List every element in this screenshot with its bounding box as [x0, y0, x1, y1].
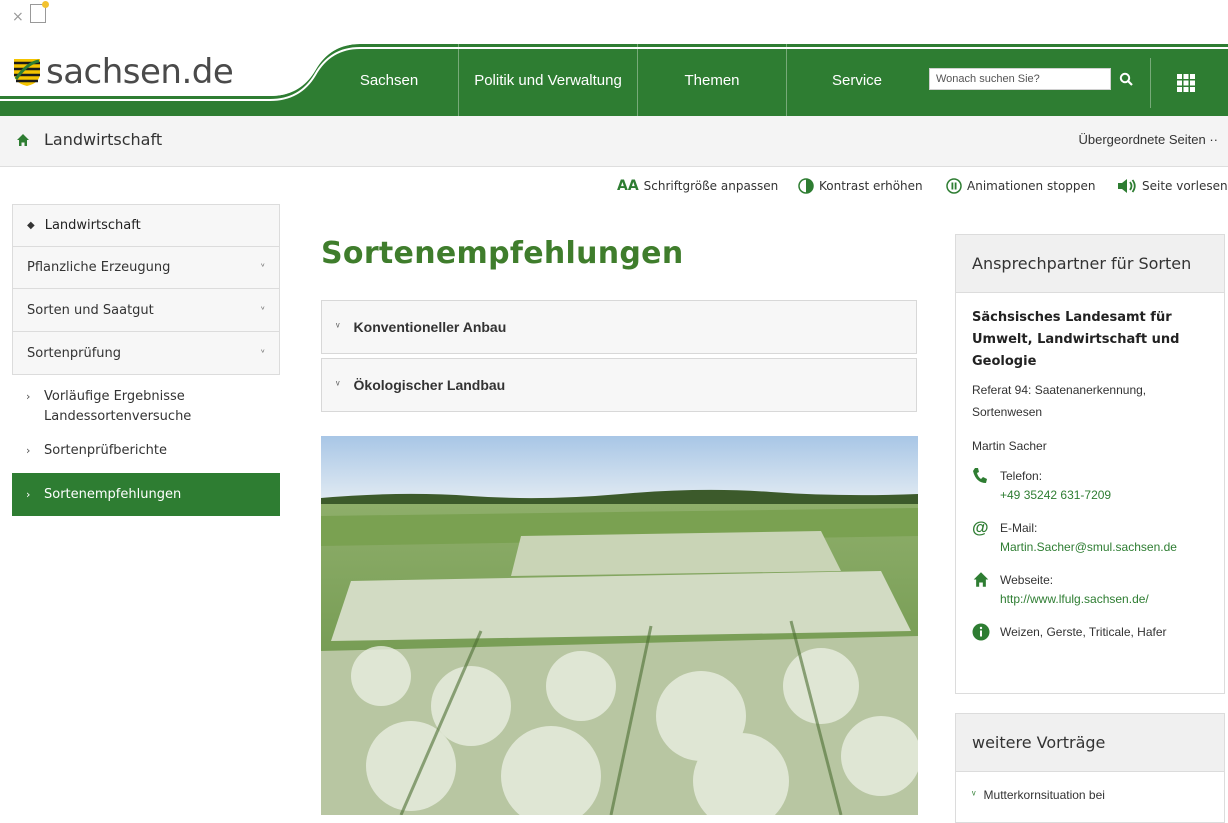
contrast-label: Kontrast erhöhen [819, 179, 923, 193]
font-size-icon: AA [617, 178, 639, 194]
accordion-label: Konventioneller Anbau [353, 319, 507, 335]
sidebar-item-label: Pflanzliche Erzeugung [27, 260, 171, 275]
sidebar-subitem-label: Vorläufige Ergebnisse Landessortenversuc… [44, 389, 192, 424]
phone-label: Telefon: [1000, 469, 1043, 483]
contact-box-heading: Ansprechpartner für Sorten [956, 235, 1224, 293]
more-talks-item[interactable]: ᵛ Mutterkornsituation bei [972, 786, 1208, 804]
nav-politik-und-verwaltung[interactable]: Politik und Verwaltung [458, 44, 637, 116]
chevron-right-icon: › [26, 488, 31, 501]
contact-person: Martin Sacher [972, 439, 1047, 453]
stop-animations-button[interactable]: Animationen stoppen [946, 178, 1096, 194]
font-size-button[interactable]: AA Schriftgröße anpassen [617, 178, 778, 194]
more-icon: ·· [1209, 132, 1218, 147]
chevron-right-icon: › [26, 444, 31, 457]
nav-sachsen[interactable]: Sachsen [320, 44, 458, 116]
page-title: Sortenempfehlungen [321, 236, 684, 271]
sachsen-logo[interactable]: sachsen.de [12, 52, 234, 92]
sidebar-item-sortenpruefung[interactable]: Sortenprüfung ᵛ [12, 332, 280, 375]
website-row: Webseite: http://www.lfulg.sachsen.de/ [972, 571, 1208, 609]
sidebar-subitem-vorlaeufige-ergebnisse[interactable]: › Vorläufige Ergebnisse Landessortenvers… [12, 375, 280, 427]
website-link[interactable]: http://www.lfulg.sachsen.de/ [1000, 592, 1149, 606]
accessibility-toolbar: AA Schriftgröße anpassen Kontrast erhöhe… [0, 178, 1228, 198]
nav-service[interactable]: Service [786, 44, 927, 116]
contrast-button[interactable]: Kontrast erhöhen [798, 178, 923, 194]
info-row: Weizen, Gerste, Triticale, Hafer [972, 623, 1208, 642]
info-text: Weizen, Gerste, Triticale, Hafer [1000, 625, 1167, 639]
font-size-label: Schriftgröße anpassen [643, 179, 779, 193]
more-talks-item-label: Mutterkornsituation bei [983, 788, 1105, 802]
chevron-down-icon: ᵛ [336, 321, 340, 333]
saxony-coat-of-arms-icon [14, 59, 40, 86]
read-aloud-label: Seite vorlesen [1142, 179, 1228, 193]
search-button[interactable] [1112, 67, 1140, 91]
section-title[interactable]: Landwirtschaft [44, 130, 162, 149]
accordion-oekologischer-landbau[interactable]: ᵛ Ökologischer Landbau [321, 358, 917, 412]
sidebar-item-sortenempfehlungen-active[interactable]: › Sortenempfehlungen [12, 473, 280, 516]
new-document-icon[interactable] [30, 1, 49, 23]
chevron-right-icon: › [26, 390, 31, 403]
search-input[interactable]: Wonach suchen Sie? [929, 68, 1111, 90]
contrast-icon [798, 178, 814, 194]
phone-link[interactable]: +49 35242 631-7209 [1000, 488, 1111, 502]
chevron-down-icon: ᵛ [972, 789, 976, 801]
organization-name: Sächsisches Landesamt für Umwelt, Landwi… [972, 310, 1180, 369]
chevron-down-icon: ᵛ [260, 347, 265, 359]
chevron-down-icon: ᵛ [260, 304, 265, 316]
accordion-label: Ökologischer Landbau [353, 377, 506, 393]
sidebar-subitem-sortenpruefberichte[interactable]: › Sortenprüfberichte [12, 427, 280, 461]
email-label: E-Mail: [1000, 521, 1038, 535]
sidebar-item-pflanzliche-erzeugung[interactable]: Pflanzliche Erzeugung ᵛ [12, 246, 280, 289]
at-sign-icon: @ [972, 518, 989, 537]
site-header: sachsen.de Sachsen Politik und Verwaltun… [0, 36, 1228, 116]
sidebar-item-label: Sortenprüfung [27, 345, 122, 361]
phone-row: Telefon: +49 35242 631-7209 [972, 467, 1208, 505]
pause-icon [946, 178, 962, 194]
apps-menu-button[interactable] [1150, 58, 1221, 108]
nav-themen[interactable]: Themen [637, 44, 786, 116]
info-icon [972, 623, 1000, 642]
main-navigation: Sachsen Politik und Verwaltung Themen Se… [320, 44, 927, 116]
more-talks-heading: weitere Vorträge [956, 714, 1224, 772]
search-icon [1119, 72, 1133, 86]
phone-icon [972, 467, 1000, 505]
sidebar-heading-label: Landwirtschaft [44, 218, 141, 233]
field-trial-photo [321, 436, 918, 815]
breadcrumb-bar: Landwirtschaft Übergeordnete Seiten ·· [0, 116, 1228, 167]
close-tab-icon[interactable]: × [12, 10, 24, 24]
read-aloud-button[interactable]: Seite vorlesen [1117, 178, 1228, 194]
browser-tab-strip: × [0, 0, 1228, 36]
contact-box: Ansprechpartner für Sorten Sächsisches L… [955, 234, 1225, 694]
chevron-down-icon: ᵛ [260, 262, 265, 273]
accordion-konventioneller-anbau[interactable]: ᵛ Konventioneller Anbau [321, 300, 917, 354]
home-icon[interactable] [16, 133, 30, 147]
more-talks-box: weitere Vorträge ᵛ Mutterkornsituation b… [955, 713, 1225, 823]
parent-pages-label: Übergeordnete Seiten [1078, 132, 1206, 147]
stop-animations-label: Animationen stoppen [967, 179, 1096, 193]
section-sidebar: ◆ Landwirtschaft Pflanzliche Erzeugung ᵛ… [12, 204, 280, 516]
parent-pages-link[interactable]: Übergeordnete Seiten ·· [1079, 132, 1219, 147]
grid-icon [1177, 74, 1195, 92]
logo-text: sachsen.de [46, 52, 234, 92]
sidebar-item-sorten-und-saatgut[interactable]: Sorten und Saatgut ᵛ [12, 289, 280, 332]
department-name: Referat 94: Saatenanerkennung, Sortenwes… [972, 383, 1147, 419]
sidebar-item-label: Sorten und Saatgut [27, 302, 154, 318]
email-link[interactable]: Martin.Sacher@smul.sachsen.de [1000, 540, 1177, 554]
email-row: @ E-Mail: Martin.Sacher@smul.sachsen.de [972, 519, 1208, 557]
sidebar-subitem-label: Sortenprüfberichte [44, 443, 167, 458]
home-icon [972, 571, 1000, 609]
sidebar-heading[interactable]: ◆ Landwirtschaft [12, 204, 280, 246]
website-label: Webseite: [1000, 573, 1054, 587]
sidebar-active-label: Sortenempfehlungen [44, 487, 182, 502]
diamond-bullet-icon: ◆ [27, 220, 35, 231]
speaker-icon [1117, 178, 1137, 194]
chevron-down-icon: ᵛ [336, 379, 340, 391]
